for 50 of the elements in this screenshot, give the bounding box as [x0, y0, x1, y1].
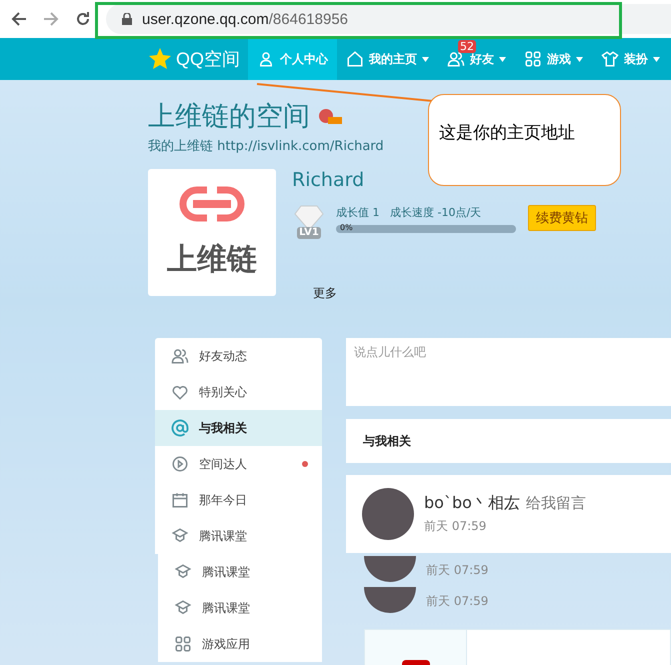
- sidebar-item[interactable]: 那年今日: [155, 482, 322, 518]
- sidebar-item[interactable]: 腾讯课堂: [158, 554, 322, 590]
- callout-text: 这是你的主页地址: [439, 123, 575, 143]
- space-title: 上维链的空间: [148, 100, 310, 134]
- home-icon: [346, 50, 364, 68]
- graduation-cap-icon: [174, 599, 192, 617]
- avatar-circle: [362, 488, 414, 540]
- calendar-icon: [171, 491, 189, 509]
- avatar-logo: 上维链: [148, 169, 276, 296]
- url-host: user.qzone.qq.com: [142, 10, 269, 28]
- more-link[interactable]: 更多: [313, 285, 596, 302]
- sidebar-item[interactable]: 好友动态: [155, 338, 322, 374]
- flower-badge-icon: [318, 107, 342, 125]
- feed-time: 前天 07:59: [426, 593, 488, 610]
- feed-action: 给我留言: [526, 494, 586, 512]
- renew-button[interactable]: 续费黄钻: [528, 205, 596, 231]
- growth-value: 成长值 1: [336, 206, 380, 219]
- sidebar-item[interactable]: 游戏应用: [158, 626, 322, 662]
- address-bar[interactable]: user.qzone.qq.com/864618956: [106, 4, 671, 34]
- graduation-cap-icon: [171, 527, 189, 545]
- sidebar-item[interactable]: 特别关心: [155, 374, 322, 410]
- people-icon: [447, 50, 466, 68]
- feed-time: 前天 07:59: [426, 562, 488, 579]
- feed-user[interactable]: bo`bo丶相厷: [424, 493, 520, 512]
- level-label: LV1: [297, 227, 321, 239]
- growth-speed: 成长速度 -10点/天: [390, 206, 482, 219]
- grid-icon: [524, 50, 542, 68]
- back-button[interactable]: [10, 10, 28, 28]
- grid-icon: [174, 635, 192, 653]
- user-name: Richard: [292, 169, 366, 191]
- feed-time: 前天 07:59: [424, 518, 488, 535]
- chain-link-icon: [179, 186, 245, 222]
- nav-tab[interactable]: 52 好友: [438, 38, 516, 80]
- section-title: 与我相关: [346, 419, 671, 463]
- graduation-cap-icon: [174, 563, 192, 581]
- sidebar-item[interactable]: 空间达人: [155, 446, 322, 482]
- reload-button[interactable]: [74, 10, 92, 28]
- shirt-icon: [601, 50, 620, 68]
- count-badge: 52: [458, 40, 476, 53]
- sidebar-item[interactable]: 腾讯课堂: [155, 518, 322, 554]
- progress-label: 0%: [340, 223, 353, 232]
- people-icon: [171, 347, 189, 365]
- url-path: /864618956: [268, 10, 348, 28]
- sidebar-item[interactable]: 腾讯课堂: [158, 590, 322, 626]
- at-icon: [171, 419, 189, 437]
- play-icon: [171, 455, 189, 473]
- sidebar-item[interactable]: 与我相关: [155, 410, 322, 446]
- heart-icon: [171, 383, 189, 401]
- star-icon: [148, 47, 172, 71]
- lock-icon: [122, 13, 132, 25]
